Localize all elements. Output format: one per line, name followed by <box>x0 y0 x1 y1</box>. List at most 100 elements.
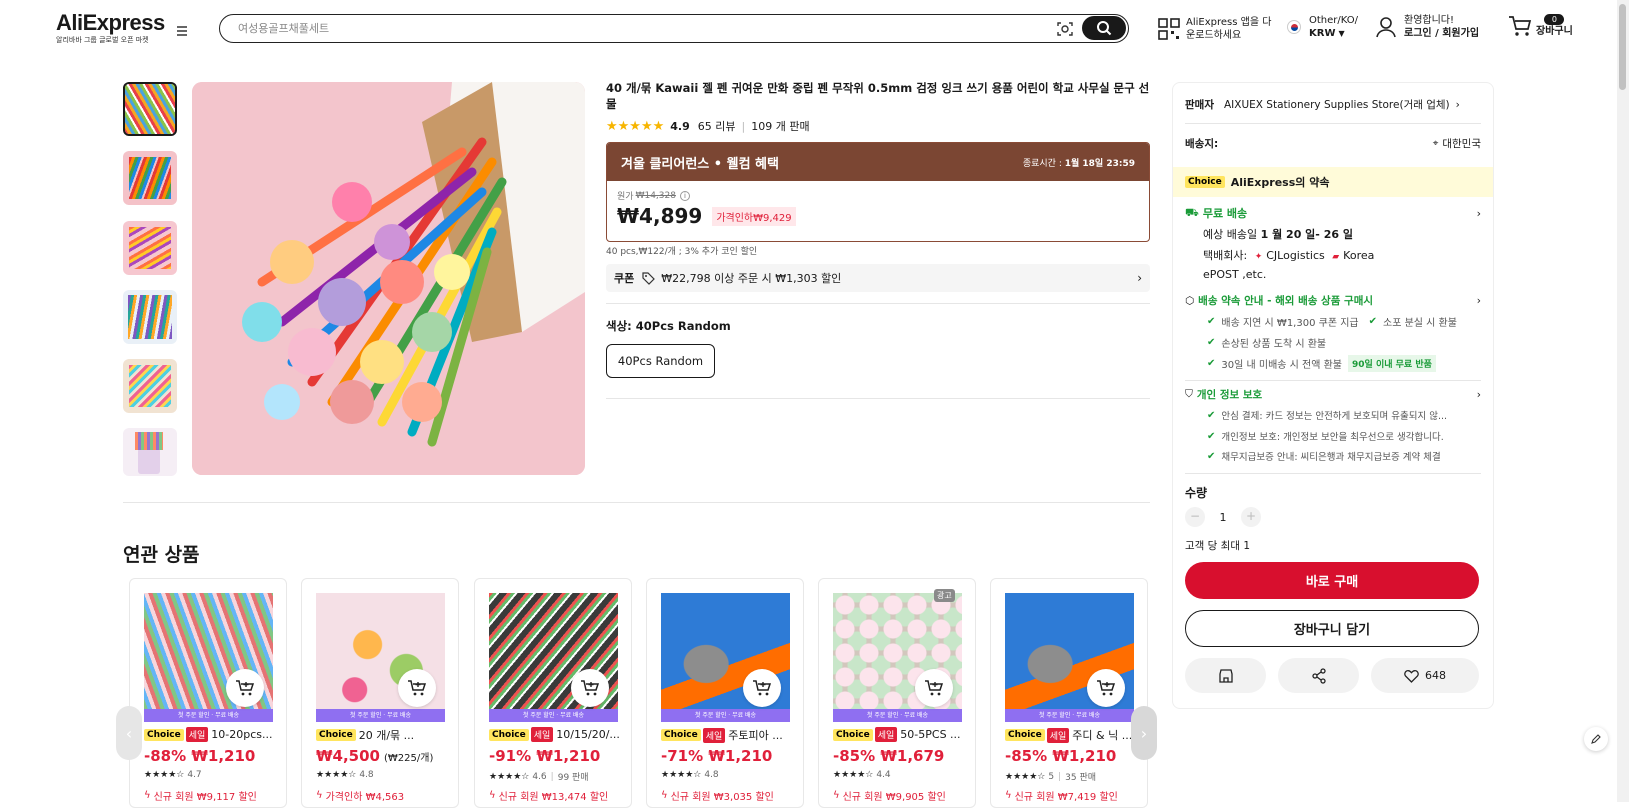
add-to-cart-quick-button[interactable] <box>1087 669 1125 707</box>
thumbnail-5[interactable] <box>123 359 177 413</box>
related-product-title-row: Choice 세일 주디 & 닉 ... <box>1005 727 1140 743</box>
star-rating-icon: ★★★★☆ <box>661 770 702 780</box>
carousel-next-button[interactable]: › <box>1131 706 1157 760</box>
privacy-text: 채무지급보증 안내: 씨티은행과 채무지급보증 계약 체결 <box>1221 452 1441 463</box>
ship-to-row[interactable]: 배송지: ⌖ 대한민국 <box>1185 136 1481 151</box>
related-product-name: 10-20pcs... <box>211 728 273 741</box>
buy-now-button[interactable]: 바로 구매 <box>1185 562 1479 599</box>
check-icon: ✔ <box>1207 316 1216 327</box>
wishlist-button[interactable]: 648 <box>1371 658 1479 693</box>
check-icon: ✔ <box>1207 450 1216 462</box>
related-product-card[interactable]: 첫 주문 할인 · 무료 배송 Choice 세일 10/15/20/... -… <box>474 578 632 808</box>
coupon-label: 쿠폰 <box>614 272 635 285</box>
shield-check-icon: ⛉ <box>1185 388 1193 400</box>
korea-flag-icon <box>1287 20 1301 34</box>
lightning-icon: ϟ <box>1005 790 1012 801</box>
aliexpress-logo[interactable]: AliExpress <box>56 10 165 36</box>
eta-dates: 1 월 20 일- 26 일 <box>1260 228 1353 241</box>
quantity-value[interactable]: 1 <box>1205 511 1241 524</box>
scrollbar-thumb[interactable] <box>1619 4 1626 90</box>
add-to-cart-quick-button[interactable] <box>571 669 609 707</box>
share-button[interactable] <box>1278 658 1359 693</box>
privacy-text: 안심 결제: 카드 정보는 안전하게 보호되며 유출되지 않... <box>1221 411 1448 422</box>
related-product-name: 주디 & 닉 ... <box>1072 729 1133 742</box>
related-product-card[interactable]: 첫 주문 할인 · 무료 배송 Choice 세일 10-20pcs... -8… <box>129 578 287 808</box>
minus-button[interactable]: − <box>1185 507 1205 527</box>
related-product-card[interactable]: 첫 주문 할인 · 무료 배송 Choice 세일 주토피아 ... -71% … <box>646 578 804 808</box>
chevron-right-icon: › <box>1476 206 1481 220</box>
seller-row[interactable]: 판매자 AIXUEX Stationery Supplies Store(거래 … <box>1185 97 1481 112</box>
plus-button[interactable]: + <box>1241 507 1261 527</box>
account-menu[interactable]: 환영합니다! 로그인 / 회원가입 <box>1376 14 1479 40</box>
guarantee-text: 30일 내 미배송 시 전액 환불 <box>1221 360 1343 371</box>
guarantee-text: 소포 분실 시 환불 <box>1383 318 1457 329</box>
sale-badge: 세일 <box>185 727 209 742</box>
color-label-row: 색상: 40Pcs Random <box>606 318 731 334</box>
shopping-cart-icon <box>1509 16 1532 36</box>
thumbnail-1[interactable] <box>123 82 177 136</box>
search-icon <box>1097 21 1112 36</box>
menu-icon[interactable] <box>176 22 192 38</box>
related-product-card[interactable]: 광고 첫 주문 할인 · 무료 배송 Choice 세일 50-5PCS ...… <box>818 578 976 808</box>
related-product-card[interactable]: 첫 주문 할인 · 무료 배송 Choice 20 개/묶 ... ₩4,500… <box>301 578 459 808</box>
related-product-name: 20 개/묶 ... <box>358 729 415 742</box>
thumbnail-3[interactable] <box>123 221 177 275</box>
app-download-line2: 운로드하세요 <box>1186 30 1242 41</box>
add-to-cart-quick-button[interactable] <box>398 669 436 707</box>
choice-badge: Choice <box>316 729 356 741</box>
divider <box>1185 380 1481 381</box>
star-rating-icon: ★★★★★ <box>606 118 665 134</box>
related-product-card[interactable]: 첫 주문 할인 · 무료 배송 Choice 세일 주디 & 닉 ... -85… <box>990 578 1148 808</box>
related-product-promo: 신규 회원 ₩13,474 할인 <box>498 792 609 803</box>
promo-title: 겨울 클리어런스 • 웰컴 혜택 <box>621 156 779 172</box>
chevron-down-icon: ▼ <box>1338 29 1345 38</box>
search-bar <box>219 14 1129 43</box>
add-to-cart-quick-button[interactable] <box>915 669 953 707</box>
search-button[interactable] <box>1082 16 1126 40</box>
feedback-button[interactable] <box>1584 727 1608 751</box>
main-product-image[interactable] <box>192 82 585 475</box>
carrier-1: CJLogistics <box>1266 249 1325 262</box>
first-order-band: 첫 주문 할인 · 무료 배송 <box>1005 709 1134 722</box>
guarantee-row[interactable]: ⬡ 배송 약속 안내 - 해외 배송 상품 구매시 › <box>1185 293 1481 308</box>
related-product-promo: 신규 회원 ₩9,905 할인 <box>842 792 946 803</box>
cj-logo-icon: ✦ <box>1254 252 1263 262</box>
variant-option[interactable]: 40Pcs Random <box>606 344 715 378</box>
thumbnail-4[interactable] <box>123 290 177 344</box>
related-product-rating: 4.8 <box>359 770 374 780</box>
coupon-row[interactable]: 쿠폰 ₩22,798 이상 주문 시 ₩1,303 할인 › <box>606 264 1150 292</box>
search-input[interactable] <box>238 15 1038 41</box>
store-button[interactable] <box>1185 658 1266 693</box>
choice-badge: Choice <box>833 728 873 741</box>
cart-button[interactable]: 0 장바구니 <box>1508 14 1573 38</box>
privacy-row[interactable]: ⛉ 개인 정보 보호 › <box>1185 387 1481 402</box>
page-scrollbar[interactable] <box>1617 0 1629 802</box>
carousel-prev-button[interactable]: ‹ <box>116 706 142 760</box>
star-rating-icon: ★★★★☆ <box>1005 771 1046 782</box>
cart-label: 장바구니 <box>1536 26 1573 37</box>
check-icon: ✔ <box>1207 409 1216 421</box>
add-to-cart-quick-button[interactable] <box>743 669 781 707</box>
carrier-label: 택배회사: <box>1203 249 1248 262</box>
free-shipping-row[interactable]: ⛟ 무료 배송 › <box>1185 205 1481 221</box>
camera-search-icon[interactable] <box>1056 20 1074 42</box>
review-count[interactable]: 65 리뷰 <box>698 118 736 134</box>
top-header: AliExpress 알리바바 그룹 글로벌 오픈 마켓 AliExpress … <box>0 0 1629 58</box>
thumbnail-2[interactable] <box>123 151 177 205</box>
add-to-cart-quick-button[interactable] <box>226 669 264 707</box>
truck-icon: ⛟ <box>1185 205 1199 219</box>
app-download[interactable]: AliExpress 앱을 다 운로드하세요 <box>1158 16 1271 42</box>
original-price-label: 원가 <box>617 192 634 202</box>
divider <box>1185 473 1481 474</box>
currency-label: KRW <box>1309 28 1336 39</box>
choice-badge: Choice <box>1185 176 1225 188</box>
add-to-cart-button[interactable]: 장바구니 담기 <box>1185 610 1479 647</box>
login-link[interactable]: 로그인 / 회원가입 <box>1404 28 1479 39</box>
info-icon[interactable]: i <box>679 190 690 201</box>
thumbnail-6[interactable] <box>123 428 177 476</box>
privacy-item: ✔ 개인정보 보호: 개인정보 보안을 최우선으로 생각합니다. <box>1207 429 1444 444</box>
share-icon <box>1311 667 1326 684</box>
purchase-sidebar: 판매자 AIXUEX Stationery Supplies Store(거래 … <box>1172 82 1494 709</box>
app-download-line1: AliExpress 앱을 다 <box>1186 17 1272 28</box>
region-selector[interactable]: Other/KO/ KRW ▼ <box>1287 14 1358 40</box>
